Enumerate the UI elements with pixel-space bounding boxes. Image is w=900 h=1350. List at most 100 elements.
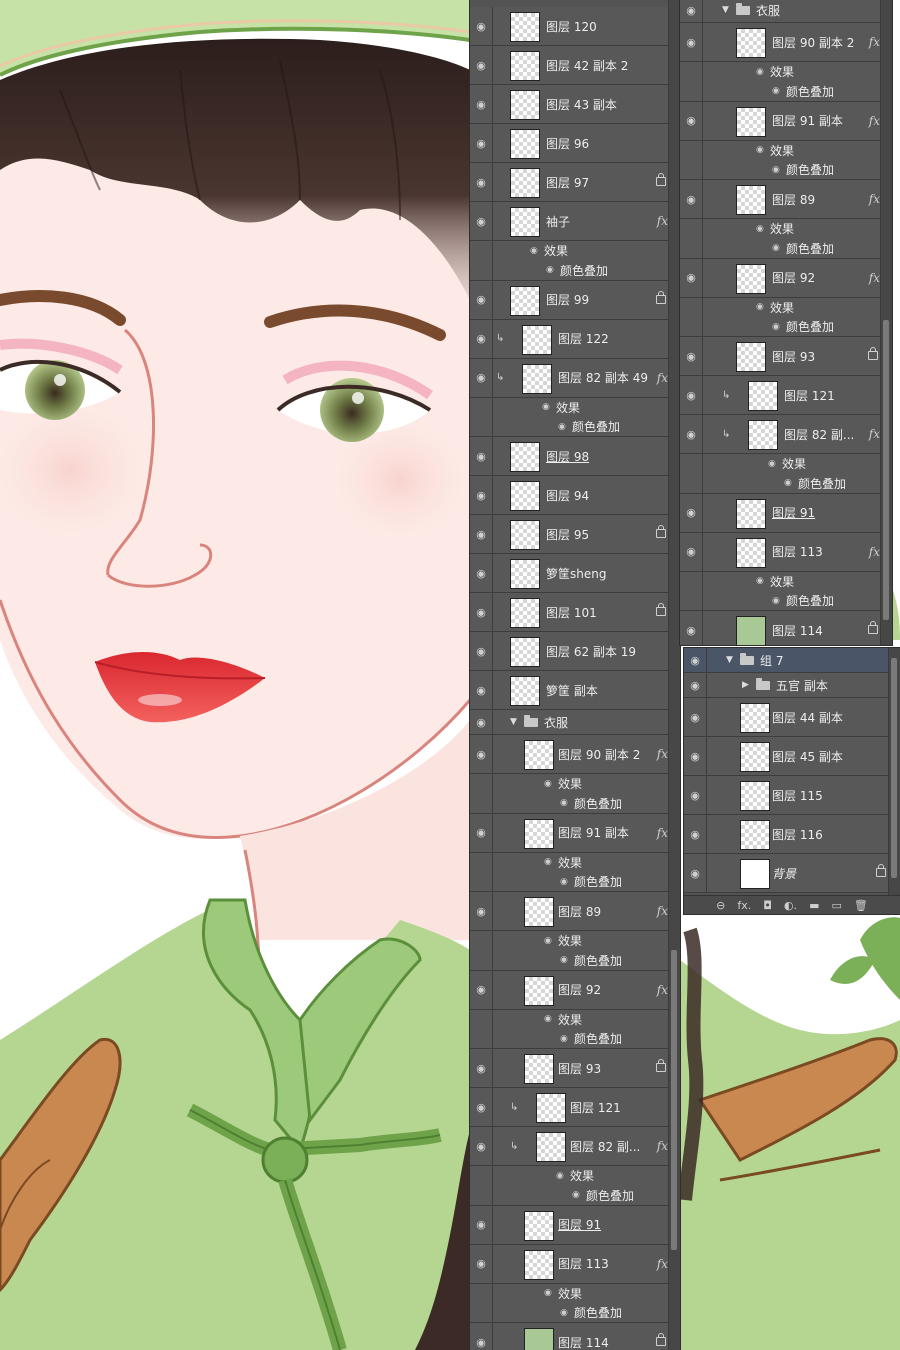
layer-row[interactable]: ◉ 背景 <box>684 854 900 893</box>
layer-name[interactable]: 图层 114 <box>558 1323 609 1350</box>
visibility-eye-icon[interactable]: ◉ <box>470 46 493 84</box>
effect-visibility-icon[interactable]: ◉ <box>556 1166 564 1186</box>
visibility-eye-icon[interactable]: ◉ <box>470 892 493 930</box>
scroll-thumb-right-bottom[interactable] <box>891 658 897 878</box>
effect-row[interactable]: ◉ 颜色叠加 <box>680 591 892 611</box>
group-row[interactable]: ◉ ▶ 五官 副本 <box>684 673 900 698</box>
layer-row[interactable]: ◉ ↳ 图层 82 副本 49 fx <box>470 358 680 398</box>
layer-name[interactable]: 袖子 <box>546 202 570 240</box>
layer-row[interactable]: ◉ ↳ 图层 82 副... fx <box>680 415 892 454</box>
visibility-eye-icon[interactable]: ◉ <box>680 611 703 645</box>
layer-row[interactable]: ◉ 图层 115 <box>684 776 900 815</box>
layer-name[interactable]: 图层 90 副本 2 <box>772 23 854 61</box>
effect-visibility-icon[interactable]: ◉ <box>756 572 764 592</box>
scroll-thumb-left[interactable] <box>671 950 677 1250</box>
effect-visibility-icon[interactable]: ◉ <box>772 317 780 336</box>
visibility-eye-icon[interactable]: ◉ <box>470 1323 493 1350</box>
layer-name[interactable]: 图层 82 副... <box>784 415 854 453</box>
visibility-eye-icon[interactable]: ◉ <box>470 319 493 358</box>
layer-row[interactable]: ◉ 图层 114 <box>470 1323 680 1350</box>
scroll-thumb-right-top[interactable] <box>883 320 889 620</box>
new-layer-icon[interactable]: ▭ <box>831 899 841 912</box>
fx-icon[interactable]: fx <box>657 1245 668 1283</box>
effect-visibility-icon[interactable]: ◉ <box>544 931 552 951</box>
effect-row[interactable]: ◉ 颜色叠加 <box>680 81 892 102</box>
effect-visibility-icon[interactable]: ◉ <box>544 853 552 873</box>
visibility-eye-icon[interactable]: ◉ <box>470 202 493 240</box>
layer-row[interactable]: ◉ 图层 98 <box>470 437 680 476</box>
layer-name[interactable]: 图层 91 副本 <box>558 814 629 852</box>
effect-row[interactable]: ◉ 颜色叠加 <box>680 160 892 180</box>
layer-row[interactable]: ◉ 图层 113 fx <box>470 1244 680 1284</box>
visibility-eye-icon[interactable]: ◉ <box>684 776 707 814</box>
fx-icon[interactable]: fx <box>657 1127 668 1165</box>
effect-row[interactable]: ◉ 效果 <box>470 241 680 261</box>
fx-icon[interactable]: fx <box>869 23 880 61</box>
visibility-eye-icon[interactable]: ◉ <box>684 737 707 775</box>
visibility-eye-icon[interactable]: ◉ <box>680 0 703 22</box>
effect-row[interactable]: ◉ 颜色叠加 <box>680 238 892 259</box>
effect-row[interactable]: ◉ 颜色叠加 <box>470 950 680 971</box>
visibility-eye-icon[interactable]: ◉ <box>470 476 493 514</box>
layer-row[interactable]: ◉ 图层 91 <box>680 493 892 533</box>
visibility-eye-icon[interactable]: ◉ <box>470 7 493 45</box>
effect-visibility-icon[interactable]: ◉ <box>756 219 764 239</box>
layer-row[interactable]: ◉ ↳ 图层 82 副... fx <box>470 1127 680 1166</box>
effect-row[interactable]: ◉ 颜色叠加 <box>470 793 680 814</box>
scrollbar-right-bottom[interactable] <box>888 648 900 914</box>
effect-visibility-icon[interactable]: ◉ <box>560 951 568 970</box>
effect-visibility-icon[interactable]: ◉ <box>544 1010 552 1030</box>
layer-row[interactable]: ◉ 图层 116 <box>684 815 900 854</box>
layer-row[interactable]: ◉ ↳ 图层 121 <box>470 1088 680 1127</box>
effect-row[interactable]: ◉ 效果 <box>680 62 892 82</box>
layer-row[interactable]: ◉ 图层 89 fx <box>470 892 680 931</box>
layer-row[interactable]: ◉ 图层 113 fx <box>680 532 892 572</box>
layer-row[interactable]: ◉ 图层 91 副本 fx <box>470 813 680 853</box>
effect-visibility-icon[interactable]: ◉ <box>772 591 780 610</box>
caret-down-icon[interactable]: ▼ <box>722 0 729 22</box>
effect-row[interactable]: ◉ 效果 <box>470 852 680 873</box>
visibility-eye-icon[interactable]: ◉ <box>684 648 707 672</box>
group-name[interactable]: 衣服 <box>756 0 780 22</box>
visibility-eye-icon[interactable]: ◉ <box>470 1127 493 1165</box>
layer-row[interactable]: ◉ 图层 43 副本 <box>470 85 680 124</box>
visibility-eye-icon[interactable]: ◉ <box>470 85 493 123</box>
fx-icon[interactable]: fx <box>657 971 668 1009</box>
link-icon[interactable]: ⊖ <box>716 899 725 912</box>
group-name[interactable]: 五官 副本 <box>776 673 828 697</box>
layer-row[interactable]: ◉ 箩筐 副本 <box>470 671 680 710</box>
effect-visibility-icon[interactable]: ◉ <box>542 398 550 418</box>
layer-row[interactable]: ◉ 图层 90 副本 2 fx <box>680 23 892 62</box>
layer-row[interactable]: ◉ 图层 91 <box>470 1205 680 1245</box>
layer-name[interactable]: 图层 101 <box>546 593 597 631</box>
visibility-eye-icon[interactable]: ◉ <box>470 515 493 553</box>
visibility-eye-icon[interactable]: ◉ <box>684 854 707 892</box>
effect-row[interactable]: ◉ 颜色叠加 <box>470 1029 680 1049</box>
layer-name[interactable]: 图层 99 <box>546 281 589 319</box>
visibility-eye-icon[interactable]: ◉ <box>680 493 703 532</box>
effect-row[interactable]: ◉ 效果 <box>680 454 892 474</box>
visibility-eye-icon[interactable]: ◉ <box>470 280 493 319</box>
group-row[interactable]: ◉ ▼ 衣服 <box>680 0 892 23</box>
effect-visibility-icon[interactable]: ◉ <box>772 82 780 101</box>
layer-row[interactable]: ◉ 图层 89 fx <box>680 180 892 219</box>
effect-visibility-icon[interactable]: ◉ <box>560 872 568 891</box>
layer-name[interactable]: 图层 94 <box>546 476 589 514</box>
effect-visibility-icon[interactable]: ◉ <box>560 794 568 813</box>
visibility-eye-icon[interactable]: ◉ <box>470 593 493 631</box>
visibility-eye-icon[interactable]: ◉ <box>680 376 703 414</box>
layer-row[interactable]: ◉ ↳ 图层 121 <box>680 376 892 415</box>
layer-name[interactable]: 图层 92 <box>558 971 601 1009</box>
layer-name[interactable]: 图层 121 <box>570 1088 621 1126</box>
effect-row[interactable]: ◉ 颜色叠加 <box>680 317 892 337</box>
visibility-eye-icon[interactable]: ◉ <box>470 632 493 670</box>
visibility-eye-icon[interactable]: ◉ <box>470 671 493 709</box>
layer-name[interactable]: 图层 45 副本 <box>772 737 843 775</box>
caret-right-icon[interactable]: ▶ <box>742 673 749 697</box>
visibility-eye-icon[interactable]: ◉ <box>470 813 493 852</box>
layer-row[interactable]: ◉ 图层 45 副本 <box>684 737 900 776</box>
layer-name[interactable]: 图层 92 <box>772 259 815 297</box>
layer-name[interactable]: 图层 113 <box>558 1245 609 1283</box>
visibility-eye-icon[interactable]: ◉ <box>470 554 493 592</box>
layer-name[interactable]: 图层 90 副本 2 <box>558 735 640 773</box>
